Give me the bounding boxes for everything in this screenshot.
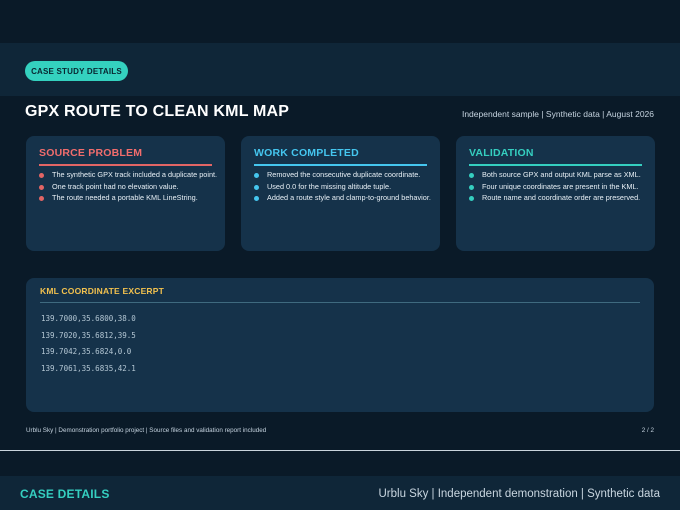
list-item: Both source GPX and output KML parse as … — [469, 170, 649, 181]
bullet-icon — [39, 196, 44, 201]
excerpt-title: KML COORDINATE EXCERPT — [40, 286, 165, 296]
case-study-badge[interactable]: CASE STUDY DETAILS — [25, 61, 128, 81]
card-validation: VALIDATION Both source GPX and output KM… — [456, 136, 655, 251]
card-work-completed: WORK COMPLETED Removed the consecutive d… — [241, 136, 440, 251]
bullet-icon — [254, 173, 259, 178]
card-list: The synthetic GPX track included a dupli… — [39, 170, 219, 205]
code-line: 139.7000,35.6800,38.0 — [41, 314, 136, 323]
code-line: 139.7061,35.6835,42.1 — [41, 363, 136, 373]
card-source-problem: SOURCE PROBLEM The synthetic GPX track i… — [26, 136, 225, 251]
list-item: Used 0.0 for the missing altitude tuple. — [254, 182, 434, 193]
page-title: GPX ROUTE TO CLEAN KML MAP — [25, 103, 290, 120]
page-number: 2 / 2 — [641, 427, 654, 434]
list-item: Removed the consecutive duplicate coordi… — [254, 170, 434, 181]
bullet-icon — [469, 173, 474, 178]
coordinate-code-block: 139.7000,35.6800,38.0 139.7020,35.6812,3… — [41, 314, 136, 380]
bullet-icon — [254, 196, 259, 201]
bottom-bar-credits: Urblu Sky | Independent demonstration | … — [378, 488, 660, 500]
card-title: SOURCE PROBLEM — [39, 147, 143, 159]
card-rule — [254, 164, 427, 166]
code-line: 139.7042,35.6824,0.0 — [41, 347, 132, 356]
card-list: Both source GPX and output KML parse as … — [469, 170, 649, 205]
bottom-bar-title: CASE DETAILS — [20, 487, 110, 501]
card-title: VALIDATION — [469, 147, 534, 159]
card-rule — [469, 164, 642, 166]
card-list: Removed the consecutive duplicate coordi… — [254, 170, 434, 205]
list-item: Four unique coordinates are present in t… — [469, 182, 649, 193]
excerpt-rule — [40, 302, 640, 303]
list-item: The route needed a portable KML LineStri… — [39, 193, 219, 204]
list-item: The synthetic GPX track included a dupli… — [39, 170, 219, 181]
list-item: One track point had no elevation value. — [39, 182, 219, 193]
bullet-icon — [39, 184, 44, 190]
card-rule — [39, 164, 212, 166]
bullet-icon — [39, 173, 44, 178]
top-band — [0, 0, 680, 43]
code-line: 139.7020,35.6812,39.5 — [41, 330, 136, 340]
kml-excerpt-panel: KML COORDINATE EXCERPT 139.7000,35.6800,… — [26, 278, 654, 412]
bullet-icon — [469, 184, 474, 190]
list-item: Added a route style and clamp-to-ground … — [254, 193, 434, 204]
bottom-gap — [0, 451, 680, 476]
page-subtitle: Independent sample | Synthetic data | Au… — [461, 109, 654, 119]
bullet-icon — [469, 196, 474, 201]
card-title: WORK COMPLETED — [254, 147, 359, 159]
footer-note: Urblu Sky | Demonstration portfolio proj… — [26, 427, 267, 434]
bullet-icon — [254, 184, 259, 190]
list-item: Route name and coordinate order are pres… — [469, 193, 649, 204]
